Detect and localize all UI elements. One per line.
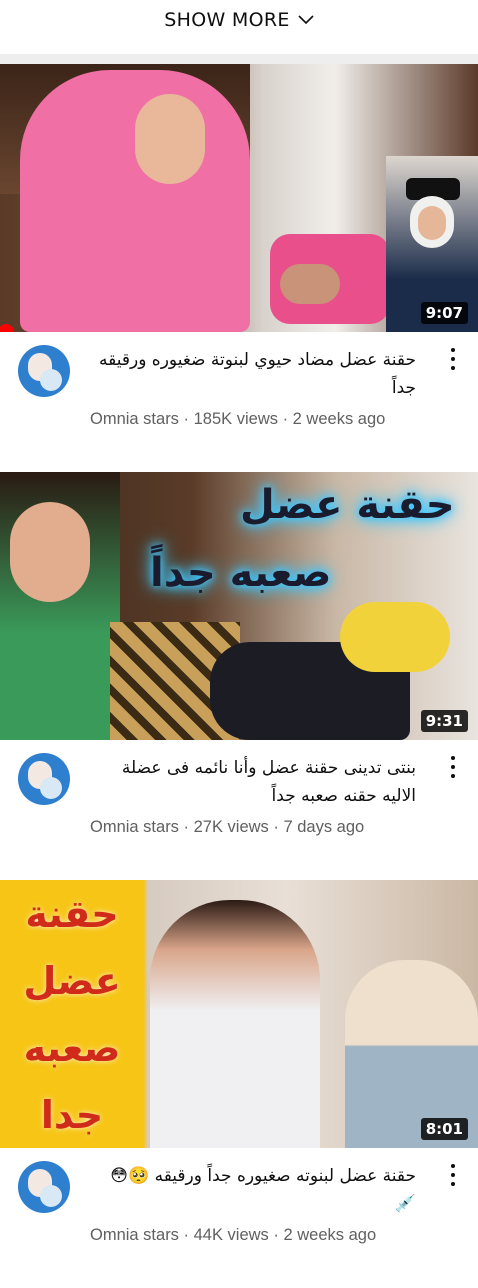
view-count: 27K views — [193, 818, 269, 836]
video-thumbnail[interactable]: 9:07 — [0, 64, 478, 332]
separator: · — [178, 410, 194, 428]
upload-age: 2 weeks ago — [292, 410, 386, 428]
channel-name[interactable]: Omnia stars — [90, 410, 179, 428]
thumbnail-scene-scarf — [340, 602, 450, 672]
video-meta: حقنة عضل لبنوته صغيوره جداً ورقيقه 🥺😳💉 O… — [0, 1148, 478, 1288]
channel-name[interactable]: Omnia stars — [90, 1226, 179, 1244]
more-options-icon[interactable] — [446, 756, 460, 778]
video-meta: حقنة عضل مضاد حيوي لبنوتة ضغيوره ورقيقه … — [0, 332, 478, 472]
video-title[interactable]: حقنة عضل مضاد حيوي لبنوتة ضغيوره ورقيقه … — [90, 346, 416, 402]
channel-avatar[interactable] — [18, 1161, 70, 1213]
chevron-down-icon — [298, 15, 314, 25]
separator: · — [278, 410, 293, 428]
video-thumbnail[interactable]: حقنة عضل صعبه جدا 8:01 — [0, 880, 478, 1148]
duration-badge: 8:01 — [420, 1118, 468, 1140]
duration-badge: 9:31 — [420, 710, 468, 732]
separator: · — [178, 818, 194, 836]
duration-badge: 9:07 — [420, 302, 468, 324]
thumbnail-overlay-words: حقنة عضل صعبه جدا — [0, 880, 144, 1148]
thumbnail-overlay-line2: صعبه جداً — [150, 550, 332, 596]
video-meta: بنتى تدينى حقنة عضل وأنا نائمه فى عضلة ا… — [0, 740, 478, 880]
thumbnail-scene-girl-face — [10, 502, 90, 602]
thumbnail-overlay-word: حقنة — [25, 891, 119, 936]
more-options-icon[interactable] — [446, 348, 460, 370]
video-item[interactable]: 9:07 حقنة عضل مضاد حيوي لبنوتة ضغيوره ور… — [0, 64, 478, 472]
separator: · — [268, 1226, 284, 1244]
thumbnail-scene-child — [280, 264, 340, 304]
thumbnail-overlay-line1: حقنة عضل — [240, 482, 455, 528]
video-item[interactable]: حقنة عضل صعبه جداً 9:31 بنتى تدينى حقنة … — [0, 472, 478, 880]
channel-name[interactable]: Omnia stars — [90, 818, 179, 836]
channel-avatar[interactable] — [18, 345, 70, 397]
watch-progress-dot — [0, 324, 14, 332]
thumbnail-scene-person — [20, 70, 250, 332]
video-title[interactable]: حقنة عضل لبنوته صغيوره جداً ورقيقه 🥺😳💉 — [90, 1162, 416, 1218]
thumbnail-overlay-word: صعبه — [23, 1025, 121, 1070]
separator: · — [178, 1226, 194, 1244]
view-count: 44K views — [193, 1226, 269, 1244]
thumbnail-scene-girl — [150, 900, 320, 1148]
thumbnail-overlay-word: عضل — [23, 958, 121, 1003]
upload-age: 2 weeks ago — [283, 1226, 377, 1244]
video-title[interactable]: بنتى تدينى حقنة عضل وأنا نائمه فى عضلة ا… — [90, 754, 416, 810]
thumbnail-scene-face — [135, 94, 205, 184]
video-subtitle: Omnia stars · 185K views · 2 weeks ago — [90, 410, 385, 429]
channel-avatar[interactable] — [18, 753, 70, 805]
more-options-icon[interactable] — [446, 1164, 460, 1186]
section-divider — [0, 54, 478, 64]
video-item[interactable]: حقنة عضل صعبه جدا 8:01 حقنة عضل لبنوته ص… — [0, 880, 478, 1288]
thumbnail-overlay-word: جدا — [40, 1092, 104, 1137]
show-more-button[interactable]: SHOW MORE — [0, 0, 478, 40]
show-more-label: SHOW MORE — [164, 9, 290, 31]
video-subtitle: Omnia stars · 27K views · 7 days ago — [90, 818, 364, 837]
video-thumbnail[interactable]: حقنة عضل صعبه جداً 9:31 — [0, 472, 478, 740]
upload-age: 7 days ago — [283, 818, 365, 836]
view-count: 185K views — [193, 410, 278, 428]
video-subtitle: Omnia stars · 44K views · 2 weeks ago — [90, 1226, 376, 1245]
separator: · — [268, 818, 284, 836]
